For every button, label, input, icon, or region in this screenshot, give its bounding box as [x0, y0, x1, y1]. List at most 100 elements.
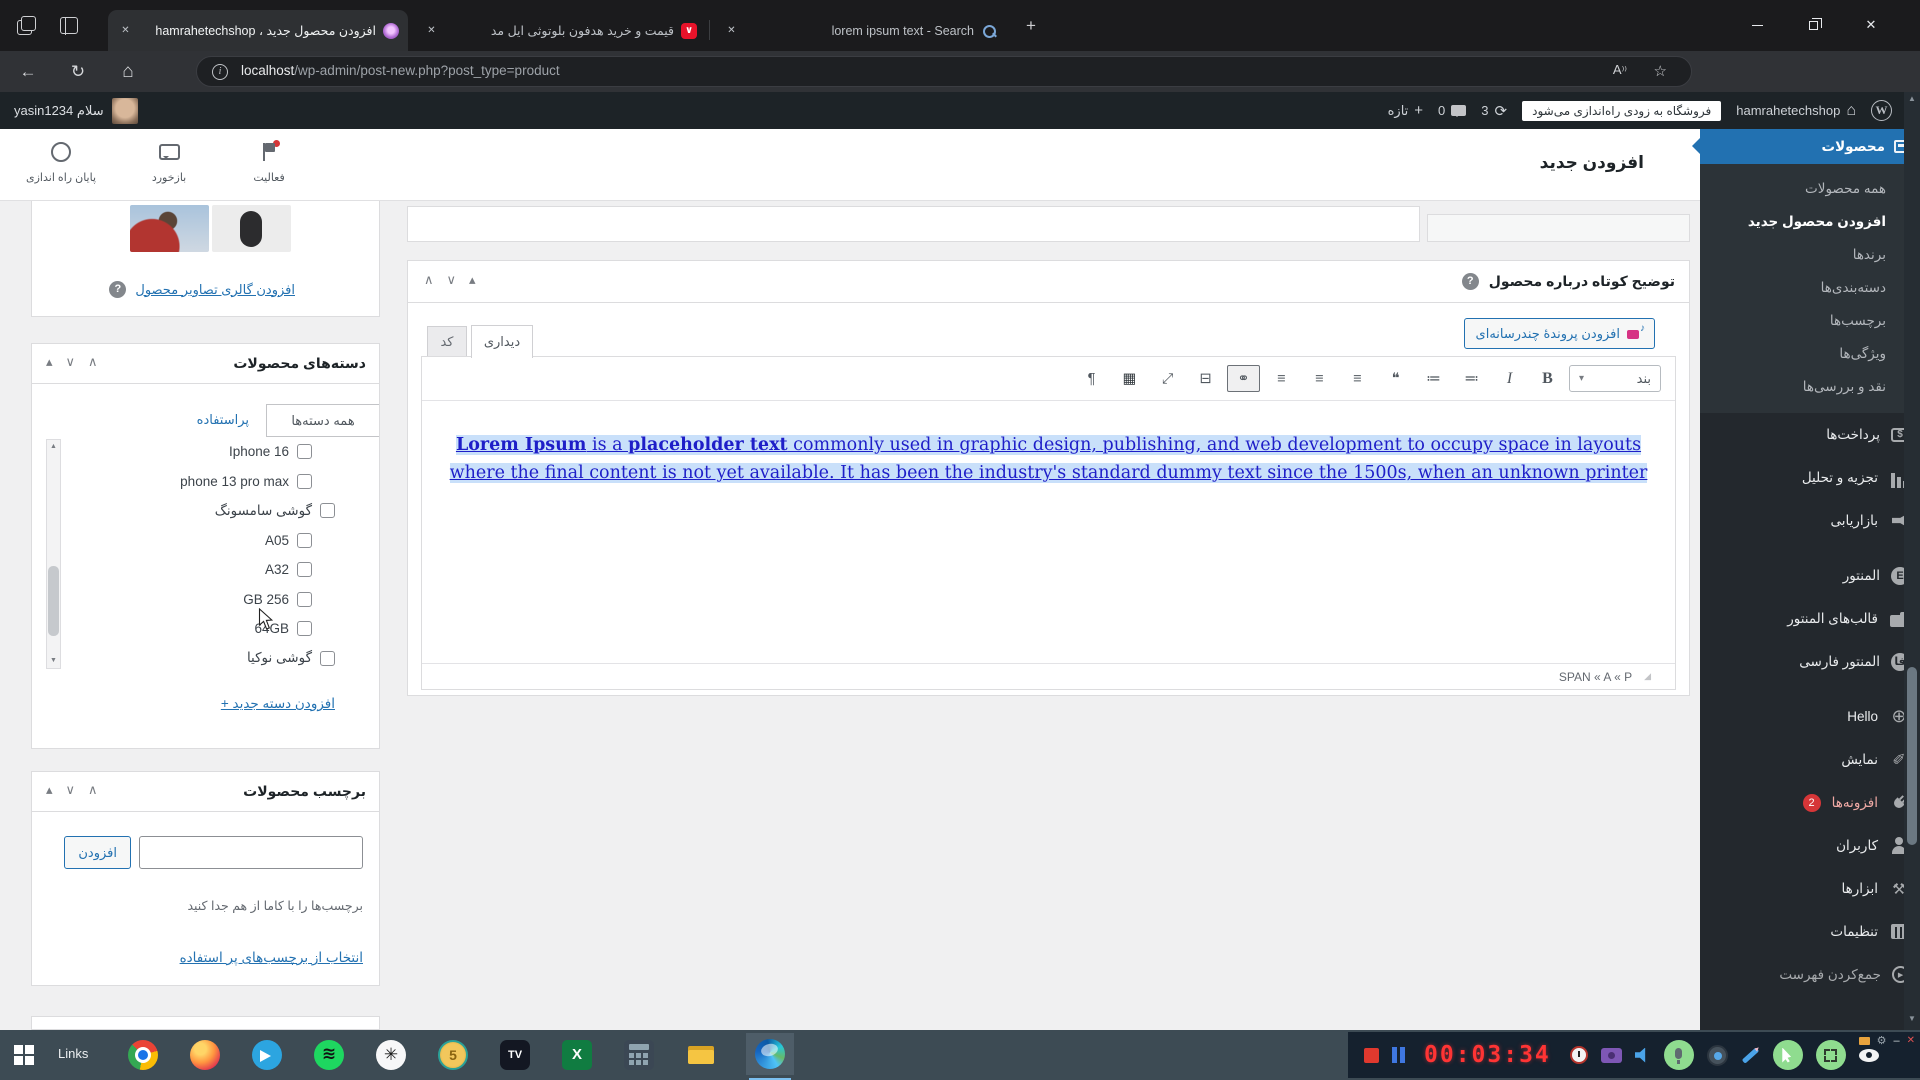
- home-button[interactable]: [114, 58, 142, 86]
- window-restore-button[interactable]: [1790, 0, 1836, 50]
- firefox-icon[interactable]: [188, 1038, 222, 1072]
- speaker-icon[interactable]: [1634, 1047, 1646, 1063]
- kitchen-sink-button[interactable]: ▦: [1113, 365, 1146, 392]
- category-checkbox[interactable]: [297, 621, 312, 637]
- align-center-button[interactable]: ≡: [1303, 365, 1336, 392]
- tab-search[interactable]: lorem ipsum text - Search: [714, 10, 1006, 51]
- tab-close-icon[interactable]: [723, 22, 740, 39]
- tab-close-icon[interactable]: [423, 22, 440, 39]
- bold-button[interactable]: B: [1531, 365, 1564, 392]
- recorder-close-icon[interactable]: [1907, 1035, 1915, 1046]
- tag-input[interactable]: [139, 836, 363, 869]
- alarm-clock-icon[interactable]: [1569, 1046, 1588, 1064]
- submenu-reviews[interactable]: نقد و بررسی‌ها: [1700, 370, 1920, 403]
- gallery-image-product[interactable]: [212, 205, 291, 252]
- scrollbar-thumb[interactable]: [48, 566, 59, 636]
- spotify-icon[interactable]: [312, 1038, 346, 1072]
- tab-close-icon[interactable]: [117, 22, 134, 39]
- back-button[interactable]: [14, 58, 42, 86]
- stop-recording-icon[interactable]: [1364, 1047, 1379, 1063]
- feedback-button[interactable]: بازخورد: [142, 140, 196, 184]
- align-right-button[interactable]: ≡: [1341, 365, 1374, 392]
- favorite-star-icon[interactable]: [1654, 62, 1667, 80]
- cursor-highlight-icon[interactable]: [1772, 1040, 1803, 1070]
- visibility-eye-icon[interactable]: [1858, 1048, 1879, 1062]
- tab-visual-editor[interactable]: دیداری: [471, 325, 533, 358]
- microphone-icon[interactable]: [1663, 1040, 1694, 1070]
- editor-content[interactable]: Lorem Ipsum is a placeholder text common…: [422, 401, 1675, 663]
- menu-item-plugins[interactable]: افزونه‌ها 2: [1700, 781, 1920, 824]
- category-scrollbar[interactable]: [46, 439, 61, 669]
- category-row[interactable]: گوشی سامسونگ: [64, 496, 367, 526]
- recordings-folder-icon[interactable]: [1858, 1036, 1870, 1045]
- menu-item-appearance[interactable]: نمایش: [1700, 738, 1920, 781]
- blockquote-button[interactable]: ❝: [1379, 365, 1412, 392]
- bulleted-list-button[interactable]: ≔: [1455, 365, 1488, 392]
- window-close-button[interactable]: [1848, 0, 1894, 50]
- add-category-link[interactable]: + افزودن دسته جدید: [221, 696, 335, 712]
- menu-item-hello[interactable]: Hello: [1700, 695, 1920, 738]
- recorder-settings-icon[interactable]: [1877, 1034, 1887, 1047]
- submenu-tags[interactable]: برچسب‌ها: [1700, 304, 1920, 337]
- italic-button[interactable]: I: [1493, 365, 1526, 392]
- new-content-menu[interactable]: تازه: [1388, 102, 1423, 119]
- telegram-icon[interactable]: [250, 1038, 284, 1072]
- menu-item-settings[interactable]: تنظیمات: [1700, 910, 1920, 953]
- tab-most-used[interactable]: پراستفاده: [197, 412, 249, 428]
- scroll-down-icon[interactable]: [47, 654, 60, 668]
- edge-icon-active[interactable]: [746, 1033, 794, 1080]
- menu-item-tools[interactable]: ابزارها: [1700, 867, 1920, 910]
- order-icon[interactable]: ▴: [46, 354, 53, 370]
- menu-item-users[interactable]: کاربران: [1700, 824, 1920, 867]
- category-row[interactable]: A05: [64, 526, 367, 556]
- panel-header[interactable]: توضیح کوتاه درباره محصول ? ▴ ∨ ∧: [408, 261, 1689, 303]
- link-button[interactable]: ⚭: [1227, 365, 1260, 392]
- vertical-tabs-icon[interactable]: [58, 14, 82, 38]
- visit-site-link[interactable]: hamrahetechshop: [1736, 102, 1856, 120]
- category-checkbox[interactable]: [320, 503, 335, 519]
- scroll-up-icon[interactable]: [1904, 94, 1920, 108]
- scroll-down-icon[interactable]: [1904, 1014, 1920, 1028]
- pause-recording-icon[interactable]: [1392, 1047, 1405, 1063]
- excel-icon[interactable]: X: [560, 1038, 594, 1072]
- category-row[interactable]: 64GB: [64, 614, 367, 644]
- tab-actions-icon[interactable]: [14, 14, 38, 38]
- window-minimize-button[interactable]: [1734, 0, 1780, 50]
- category-checkbox[interactable]: [297, 532, 312, 548]
- category-row[interactable]: A32: [64, 555, 367, 585]
- tab-headphone-shop[interactable]: قیمت و خرید هدفون بلوتوثی ایل مد: [414, 10, 706, 51]
- read-aloud-icon[interactable]: A: [1613, 62, 1627, 77]
- chrome-icon[interactable]: [126, 1038, 160, 1072]
- wordpress-logo-icon[interactable]: W: [1871, 100, 1892, 121]
- file-explorer-icon[interactable]: [684, 1038, 718, 1072]
- resize-grip-icon[interactable]: [1644, 671, 1651, 682]
- updates-indicator[interactable]: 3: [1481, 102, 1507, 120]
- menu-item-analytics[interactable]: تجزیه و تحلیل: [1700, 456, 1920, 499]
- category-checkbox[interactable]: [297, 562, 312, 578]
- activity-button[interactable]: فعالیت: [242, 140, 296, 184]
- webcam-icon[interactable]: [1706, 1044, 1728, 1066]
- move-up-icon[interactable]: ∧: [88, 354, 98, 370]
- menu-item-products[interactable]: محصولات: [1692, 129, 1920, 164]
- submenu-categories[interactable]: دسته‌بندی‌ها: [1700, 271, 1920, 304]
- help-icon[interactable]: ?: [1461, 273, 1479, 290]
- screenshot-camera-icon[interactable]: [1600, 1047, 1622, 1063]
- category-row[interactable]: phone 13 pro max: [64, 467, 367, 497]
- submenu-brands[interactable]: برندها: [1700, 238, 1920, 271]
- panel-header[interactable]: برچسب محصولات ▴ ∨ ∧: [32, 772, 379, 812]
- order-icon[interactable]: ▴: [469, 272, 476, 288]
- menu-item-elementor-farsi[interactable]: فا المنتور فارسی: [1700, 640, 1920, 683]
- category-row[interactable]: GB 256: [64, 585, 367, 615]
- add-tag-button[interactable]: افزودن: [64, 836, 131, 869]
- coming-soon-notice[interactable]: فروشگاه به زودی راه‌اندازی می‌شود: [1522, 100, 1722, 121]
- new-tab-button[interactable]: [1020, 16, 1042, 38]
- scroll-up-icon[interactable]: [47, 440, 60, 454]
- chatgpt-icon[interactable]: [374, 1038, 408, 1072]
- move-up-icon[interactable]: ∧: [88, 782, 98, 798]
- menu-item-elementor-templates[interactable]: قالب‌های المنتور: [1700, 597, 1920, 640]
- recorder-minimize-icon[interactable]: [1893, 1035, 1899, 1047]
- admin-bar-account[interactable]: سلام yasin1234: [14, 92, 138, 129]
- fullscreen-button[interactable]: ⤢: [1151, 365, 1184, 392]
- order-icon[interactable]: ▴: [46, 782, 53, 798]
- help-icon[interactable]: ?: [109, 281, 127, 298]
